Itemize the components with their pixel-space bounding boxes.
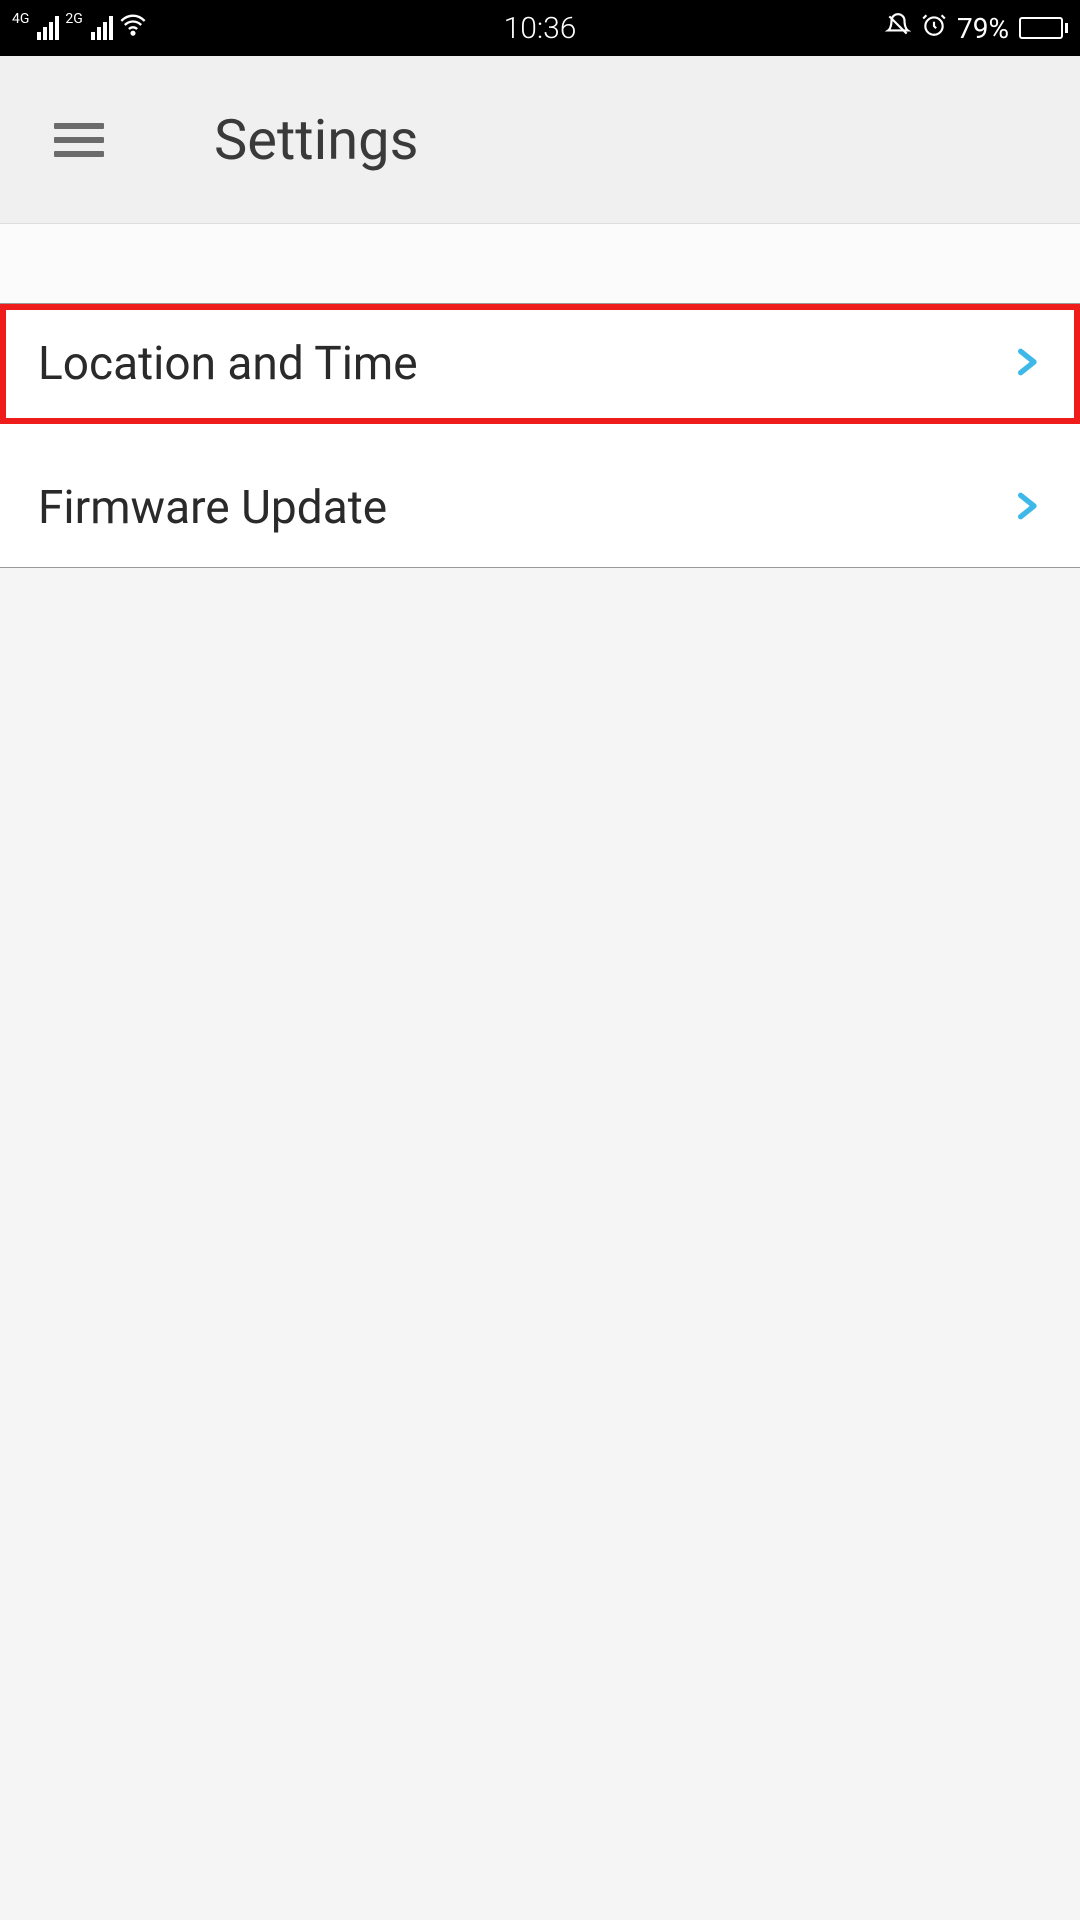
- list-item-label: Firmware Update: [38, 481, 387, 535]
- status-left: 4G 2G: [12, 11, 147, 46]
- row-gap: [0, 424, 1080, 448]
- status-time: 10:36: [504, 11, 577, 46]
- wifi-icon: [119, 11, 147, 46]
- page-title: Settings: [214, 107, 418, 173]
- header-spacer: [0, 224, 1080, 304]
- chevron-right-icon: [1010, 342, 1042, 386]
- hamburger-menu-icon[interactable]: [54, 123, 104, 157]
- bell-muted-icon: [885, 12, 911, 45]
- battery-percentage: 79%: [957, 12, 1009, 45]
- signal-4g-bars-icon: [37, 16, 59, 40]
- status-right: 79%: [885, 12, 1068, 45]
- status-bar: 4G 2G 10:36: [0, 0, 1080, 56]
- battery-icon: [1019, 17, 1068, 39]
- list-item-location-and-time[interactable]: Location and Time: [0, 304, 1080, 424]
- list-item-firmware-update[interactable]: Firmware Update: [0, 448, 1080, 568]
- signal-2g-bars-icon: [91, 16, 113, 40]
- app-header: Settings: [0, 56, 1080, 224]
- alarm-clock-icon: [921, 12, 947, 45]
- signal-2g-label: 2G: [65, 11, 82, 27]
- list-item-label: Location and Time: [38, 337, 418, 391]
- chevron-right-icon: [1010, 486, 1042, 530]
- signal-4g-label: 4G: [12, 11, 29, 27]
